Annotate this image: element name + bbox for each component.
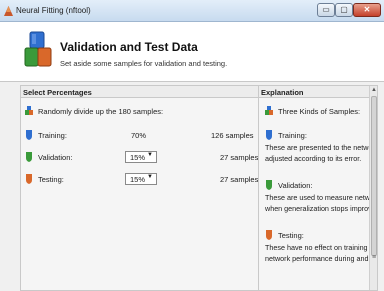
chevron-down-icon: ▼ (147, 152, 153, 158)
random-divide-text: Randomly divide up the 180 samples: (38, 107, 164, 116)
validation-percent-select[interactable]: 15% ▼ (125, 151, 157, 163)
blue-shield-icon (266, 130, 272, 140)
select-percentages-panel: Select Percentages Randomly divide up th… (20, 85, 260, 291)
green-shield-icon (26, 152, 32, 162)
training-explanation-line1: These are presented to the network (265, 143, 378, 152)
explanation-scrollbar[interactable]: ▲ ≡ (369, 86, 377, 290)
training-explanation-line2: adjusted according to its error. (265, 154, 362, 163)
training-percent: 70% (131, 131, 147, 140)
chevron-down-icon: ▼ (147, 174, 153, 180)
maximize-button[interactable]: ▢ (335, 3, 353, 17)
matlab-logo-icon (4, 6, 13, 16)
testing-explanation-line1: These have no effect on training an (265, 243, 378, 252)
testing-label: Testing: (38, 175, 64, 184)
samples-group-icon (25, 106, 33, 115)
testing-percent-select[interactable]: 15% ▼ (125, 173, 157, 185)
panel-title: Select Percentages (21, 86, 259, 98)
page-subtitle: Set aside some samples for validation an… (60, 59, 228, 68)
explanation-panel: Explanation Three Kinds of Samples: Trai… (258, 85, 378, 291)
testing-samples: 27 samples (220, 175, 259, 184)
green-shield-icon (266, 180, 272, 190)
testing-percent-value: 15% (130, 175, 146, 184)
training-label: Training: (38, 131, 67, 140)
testing-explanation-title: Testing: (278, 231, 304, 240)
scrollbar-thumb[interactable] (371, 96, 377, 256)
validation-percent-value: 15% (130, 153, 146, 162)
panel-title: Explanation (259, 86, 371, 98)
window-title: Neural Fitting (nftool) (16, 6, 91, 15)
validation-explanation-title: Validation: (278, 181, 313, 190)
training-samples: 126 samples (211, 131, 254, 140)
scrollbar-grip-icon: ≡ (371, 254, 377, 261)
blue-shield-icon (26, 130, 32, 140)
orange-shield-icon (26, 174, 32, 184)
data-division-icon (24, 31, 52, 67)
samples-group-icon (265, 106, 273, 115)
orange-shield-icon (266, 230, 272, 240)
validation-explanation-line1: These are used to measure network (265, 193, 378, 202)
page-header: Validation and Test Data Set aside some … (0, 22, 384, 82)
minimize-button[interactable]: ▭ (317, 3, 335, 17)
testing-explanation-line2: network performance during and af (265, 254, 377, 263)
scroll-up-arrow-icon[interactable]: ▲ (370, 86, 377, 94)
validation-explanation-line2: when generalization stops improvin (265, 204, 378, 213)
close-button[interactable]: ✕ (353, 3, 381, 17)
training-explanation-title: Training: (278, 131, 307, 140)
page-title: Validation and Test Data (60, 40, 198, 54)
window-titlebar: Neural Fitting (nftool) ▭ ▢ ✕ (0, 0, 384, 22)
validation-label: Validation: (38, 153, 73, 162)
three-kinds-title: Three Kinds of Samples: (278, 107, 361, 116)
validation-samples: 27 samples (220, 153, 259, 162)
